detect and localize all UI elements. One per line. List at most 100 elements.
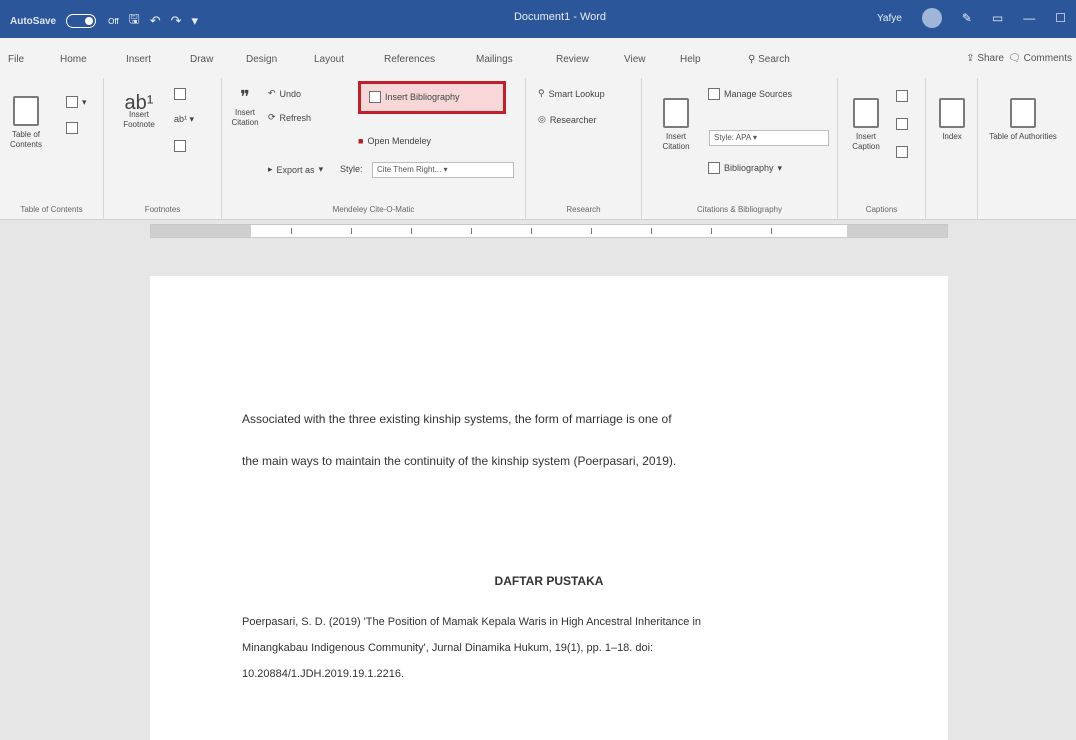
tab-view[interactable]: View xyxy=(624,54,646,65)
reference-line[interactable]: Poerpasari, S. D. (2019) 'The Position o… xyxy=(242,616,701,628)
mendeley-style-dropdown[interactable]: Cite Them Right... ▾ xyxy=(372,162,514,178)
insert-footnote-button[interactable]: ab¹ Insert Footnote xyxy=(114,93,164,130)
add-text-button[interactable]: ▾ xyxy=(66,96,87,108)
update-table-button[interactable] xyxy=(66,122,78,134)
group-footnotes: ab¹ Insert Footnote ab¹ ▾ Footnotes xyxy=(104,78,222,220)
open-mendeley-button[interactable]: ■ Open Mendeley xyxy=(358,136,431,146)
ribbon: Table of Contents ▾ Table of Contents ab… xyxy=(0,78,1076,220)
group-label-citations: Citations & Bibliography xyxy=(697,205,782,214)
bibliography-icon xyxy=(708,162,720,174)
researcher-button[interactable]: ◎ Researcher xyxy=(538,114,596,125)
insert-endnote-icon xyxy=(174,88,186,100)
ribbon-display-options-icon[interactable]: ▭ xyxy=(992,11,1003,25)
ruler-right-margin xyxy=(847,225,947,237)
share-label: Share xyxy=(977,53,1004,64)
minimize-icon[interactable]: — xyxy=(1023,11,1035,25)
add-text-icon xyxy=(66,96,78,108)
smart-lookup-button[interactable]: ⚲ Smart Lookup xyxy=(538,88,605,99)
manage-sources-button[interactable]: Manage Sources xyxy=(708,88,792,100)
cross-reference-button[interactable] xyxy=(896,146,908,158)
insert-bibliography-highlight: Insert Bibliography xyxy=(358,81,506,114)
tab-mailings[interactable]: Mailings xyxy=(476,54,513,65)
search-icon: ⚲ xyxy=(748,54,756,65)
table-of-authorities-button[interactable]: Table of Authorities xyxy=(988,98,1058,142)
share-button[interactable]: ⇪ Share xyxy=(966,53,1004,64)
cross-reference-icon xyxy=(896,146,908,158)
insert-caption-button[interactable]: Insert Caption xyxy=(846,98,886,152)
next-footnote-button[interactable]: ab¹ ▾ xyxy=(174,114,194,125)
pen-icon[interactable]: ✎ xyxy=(962,11,972,25)
index-button[interactable]: Index xyxy=(932,98,972,142)
group-table-of-contents: Table of Contents ▾ Table of Contents xyxy=(0,78,104,220)
table-of-contents-button[interactable]: Table of Contents xyxy=(4,96,48,150)
tab-home[interactable]: Home xyxy=(60,54,87,65)
user-name[interactable]: Yafye xyxy=(877,13,902,24)
mendeley-refresh-button[interactable]: ⟳ Refresh xyxy=(268,112,311,123)
undo-icon[interactable]: ↶ xyxy=(150,13,161,29)
citation-icon xyxy=(663,98,689,128)
tab-insert[interactable]: Insert xyxy=(126,54,151,65)
manage-sources-icon xyxy=(708,88,720,100)
insert-citation-button[interactable]: Insert Citation xyxy=(652,98,700,152)
bibliography-button[interactable]: Bibliography ▾ xyxy=(708,162,782,174)
ruler-tick xyxy=(591,228,592,234)
bibliography-heading[interactable]: DAFTAR PUSTAKA xyxy=(150,574,948,588)
update-table-icon xyxy=(66,122,78,134)
body-text-line[interactable]: Associated with the three existing kinsh… xyxy=(242,412,672,426)
tab-help[interactable]: Help xyxy=(680,54,701,65)
save-icon[interactable]: 🖫 xyxy=(129,10,140,32)
tab-review[interactable]: Review xyxy=(556,54,589,65)
comment-icon: 🗨 xyxy=(1008,53,1021,64)
group-research: ⚲ Smart Lookup ◎ Researcher Research xyxy=(526,78,642,220)
group-label-research: Research xyxy=(566,205,601,214)
autosave-label: AutoSave xyxy=(10,15,57,27)
mendeley-undo-button[interactable]: ↶ Undo xyxy=(268,88,301,99)
caption-icon xyxy=(853,98,879,128)
maximize-icon[interactable]: ☐ xyxy=(1055,11,1066,25)
reference-line[interactable]: 10.20884/1.JDH.2019.19.1.2216. xyxy=(242,668,404,680)
next-footnote-icon: ab¹ ▾ xyxy=(174,114,195,124)
group-label-toc: Table of Contents xyxy=(20,205,83,214)
redo-icon[interactable]: ↷ xyxy=(171,13,182,29)
ruler-tick xyxy=(711,228,712,234)
update-table-of-figures-button[interactable] xyxy=(896,118,908,130)
ruler-tick xyxy=(531,228,532,234)
ruler-tick xyxy=(351,228,352,234)
body-text-line[interactable]: the main ways to maintain the continuity… xyxy=(242,454,676,468)
ruler-tick xyxy=(471,228,472,234)
tab-design[interactable]: Design xyxy=(246,54,277,65)
show-notes-icon xyxy=(174,140,186,152)
index-icon xyxy=(939,98,965,128)
quick-access-toolbar: AutoSave Off 🖫 ↶ ↷ ▾ xyxy=(10,10,198,32)
tab-references[interactable]: References xyxy=(384,54,435,65)
table-of-authorities-icon xyxy=(1010,98,1036,128)
document-page[interactable]: Associated with the three existing kinsh… xyxy=(150,276,948,740)
citation-style-dropdown[interactable]: Style: APA ▾ xyxy=(709,130,829,146)
insert-bibliography-button[interactable]: Insert Bibliography xyxy=(369,91,460,103)
insert-table-of-figures-button[interactable] xyxy=(896,90,908,102)
tab-file[interactable]: File xyxy=(8,54,24,65)
insert-endnote-button[interactable] xyxy=(174,88,186,100)
group-label-captions: Captions xyxy=(865,205,898,214)
group-label-mendeley: Mendeley Cite-O-Matic xyxy=(332,205,415,214)
comments-label: Comments xyxy=(1023,53,1072,64)
table-of-figures-icon xyxy=(896,90,908,102)
ruler-tick xyxy=(411,228,412,234)
group-table-of-authorities: Table of Authorities xyxy=(978,78,1076,220)
autosave-toggle[interactable] xyxy=(66,14,97,28)
autosave-state: Off xyxy=(108,16,119,26)
horizontal-ruler[interactable] xyxy=(150,224,948,238)
mendeley-style-label: Style: xyxy=(340,164,363,174)
show-notes-button[interactable] xyxy=(174,140,186,152)
search-label: Search xyxy=(758,54,790,65)
mendeley-insert-citation-button[interactable]: ❞ Insert Citation xyxy=(226,88,264,128)
tell-me-search[interactable]: ⚲ Search xyxy=(748,54,790,65)
reference-line[interactable]: Minangkabau Indigenous Community', Jurna… xyxy=(242,642,653,654)
mendeley-export-as-button[interactable]: ▸ Export as ▾ xyxy=(268,164,323,175)
customize-qat-icon[interactable]: ▾ xyxy=(192,13,199,29)
comments-button[interactable]: 🗨 Comments xyxy=(1008,53,1072,64)
ruler-tick xyxy=(771,228,772,234)
tab-layout[interactable]: Layout xyxy=(314,54,344,65)
tab-draw[interactable]: Draw xyxy=(190,54,213,65)
avatar[interactable] xyxy=(921,8,942,28)
